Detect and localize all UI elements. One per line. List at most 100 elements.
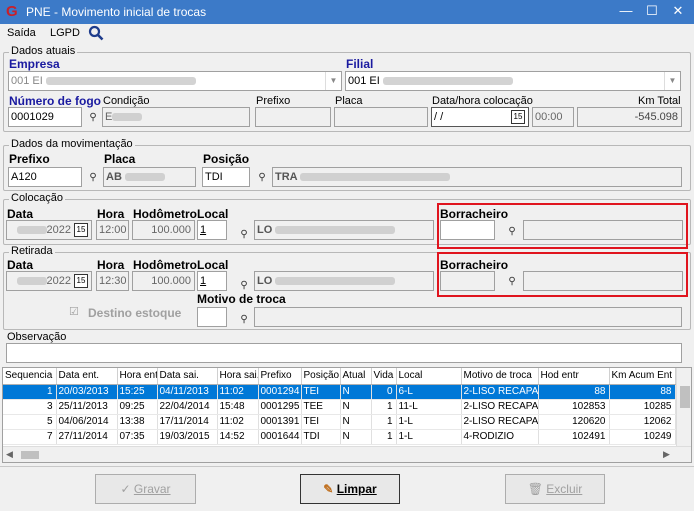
- maximize-button[interactable]: ☐: [640, 4, 664, 20]
- table-cell: 14:52: [217, 429, 259, 445]
- table-cell: 13:38: [117, 414, 158, 430]
- table-cell: 2-LISO RECAPA: [461, 414, 539, 430]
- table-cell: 09:25: [117, 399, 158, 415]
- table-cell: 0001391: [258, 414, 302, 430]
- scroll-right-icon[interactable]: ▶: [663, 449, 670, 460]
- binoculars-icon[interactable]: ⚲: [237, 279, 251, 293]
- table-cell: 25/11/2013: [56, 399, 118, 415]
- broom-icon: ✎: [323, 482, 334, 496]
- retirada-borracheiro-label: Borracheiro: [440, 258, 509, 272]
- column-header[interactable]: Data ent.: [56, 368, 118, 385]
- column-header[interactable]: Km Acum Ent: [609, 368, 676, 385]
- horizontal-scrollbar[interactable]: ◀ ▶: [3, 446, 691, 462]
- minimize-button[interactable]: —: [614, 4, 638, 20]
- retirada-hodometro-label: Hodômetro: [133, 258, 197, 272]
- table-cell: 04/11/2013: [157, 384, 218, 400]
- chevron-down-icon[interactable]: ▼: [325, 72, 341, 90]
- column-header[interactable]: Sequencia: [3, 368, 57, 385]
- table-cell: 11:02: [217, 414, 259, 430]
- empresa-combo[interactable]: 001 EI ▼: [8, 71, 342, 91]
- km-total-field: -545.098: [577, 107, 682, 127]
- table-row[interactable]: 7 27/11/2014 07:35 19/03/2015 14:52 0001…: [3, 429, 676, 445]
- menu-bar: Saída LGPD: [0, 24, 694, 44]
- retirada-local-input[interactable]: 1: [197, 271, 227, 291]
- table-cell: 11:02: [217, 384, 259, 400]
- scrollbar-thumb[interactable]: [21, 451, 39, 459]
- table-row[interactable]: 5 04/06/2014 13:38 17/11/2014 11:02 0001…: [3, 414, 676, 430]
- table-cell: 10285: [609, 399, 676, 415]
- retirada-local-descricao: LO: [254, 271, 434, 291]
- binoculars-icon[interactable]: ⚲: [237, 313, 251, 327]
- menu-item-lgpd[interactable]: LGPD: [50, 27, 80, 39]
- colocacao-local-label: Local: [197, 207, 229, 221]
- binoculars-icon[interactable]: ⚲: [505, 275, 519, 289]
- chevron-down-icon[interactable]: ▼: [664, 72, 680, 90]
- calendar-icon[interactable]: 15: [511, 110, 525, 124]
- filial-combo[interactable]: 001 EI ▼: [345, 71, 681, 91]
- gravar-button[interactable]: ✓ Gravar: [95, 474, 196, 504]
- scrollbar-thumb[interactable]: [680, 386, 690, 408]
- motivo-troca-input[interactable]: [197, 307, 227, 327]
- table-row[interactable]: 1 20/03/2013 15:25 04/11/2013 11:02 0001…: [3, 384, 676, 400]
- filial-label: Filial: [346, 57, 374, 71]
- app-logo-icon: G: [6, 3, 18, 20]
- column-header[interactable]: Hod entr: [538, 368, 610, 385]
- column-header[interactable]: Hora sai.: [217, 368, 259, 385]
- column-header[interactable]: Data sai.: [157, 368, 218, 385]
- posicao-descricao-field: TRA: [272, 167, 682, 187]
- scroll-left-icon[interactable]: ◀: [6, 449, 13, 460]
- placa-label: Placa: [104, 152, 136, 166]
- retirada-legend: Retirada: [9, 245, 55, 257]
- table-cell: TDI: [301, 429, 341, 445]
- menu-item-saida[interactable]: Saída: [7, 27, 36, 39]
- column-header[interactable]: Vida: [371, 368, 397, 385]
- vertical-scrollbar[interactable]: [676, 368, 691, 446]
- placa-atual-label: Placa: [335, 95, 363, 107]
- binoculars-icon[interactable]: ⚲: [86, 111, 100, 125]
- check-icon: ✓: [120, 482, 131, 496]
- table-cell: 1: [3, 384, 57, 400]
- data-hora-colocacao-label: Data/hora colocação: [432, 95, 533, 107]
- dados-movimentacao-legend: Dados da movimentação: [9, 138, 135, 150]
- table-cell: 1: [371, 399, 397, 415]
- destino-estoque-checkbox[interactable]: ☑: [69, 305, 79, 318]
- window-title: PNE - Movimento inicial de trocas: [26, 5, 207, 19]
- prefixo-input[interactable]: A120: [8, 167, 82, 187]
- colocacao-local-input[interactable]: 1: [197, 220, 227, 240]
- retirada-data-label: Data: [7, 258, 34, 272]
- empresa-label: Empresa: [9, 57, 60, 71]
- observacao-input[interactable]: [6, 343, 682, 363]
- table-cell: 88: [609, 384, 676, 400]
- table-cell: 2-LISO RECAPA: [461, 384, 539, 400]
- calendar-icon[interactable]: 15: [74, 274, 88, 288]
- table-cell: 1: [371, 414, 397, 430]
- table-cell: 20/03/2013: [56, 384, 118, 400]
- posicao-input[interactable]: TDI: [202, 167, 250, 187]
- calendar-icon[interactable]: 15: [74, 223, 88, 237]
- close-button[interactable]: ✕: [666, 4, 690, 20]
- retirada-hodometro-field: 100.000: [132, 271, 195, 291]
- colocacao-hora-label: Hora: [97, 207, 125, 221]
- column-header[interactable]: Prefixo: [258, 368, 302, 385]
- table-cell: 0: [371, 384, 397, 400]
- column-header[interactable]: Atual: [340, 368, 372, 385]
- movimentos-grid[interactable]: Sequencia Data ent. Hora ent Data sai. H…: [2, 367, 692, 463]
- observacao-label: Observação: [7, 331, 67, 343]
- column-header[interactable]: Hora ent: [117, 368, 158, 385]
- table-cell: 15:48: [217, 399, 259, 415]
- binoculars-icon[interactable]: ⚲: [86, 171, 100, 185]
- numero-fogo-input[interactable]: 0001029: [8, 107, 82, 127]
- colocacao-borracheiro-input[interactable]: [440, 220, 495, 240]
- table-row[interactable]: 3 25/11/2013 09:25 22/04/2014 15:48 0001…: [3, 399, 676, 415]
- column-header[interactable]: Motivo de troca: [461, 368, 539, 385]
- excluir-button[interactable]: 🗑 Excluir: [505, 474, 605, 504]
- limpar-button[interactable]: ✎ Limpar: [300, 474, 400, 504]
- binoculars-icon[interactable]: ⚲: [505, 225, 519, 239]
- table-cell: 2-LISO RECAPA: [461, 399, 539, 415]
- binoculars-icon[interactable]: ⚲: [237, 228, 251, 242]
- search-icon[interactable]: [88, 25, 104, 44]
- table-cell: 11-L: [396, 399, 462, 415]
- column-header[interactable]: Posição: [301, 368, 341, 385]
- column-header[interactable]: Local: [396, 368, 462, 385]
- binoculars-icon[interactable]: ⚲: [255, 171, 269, 185]
